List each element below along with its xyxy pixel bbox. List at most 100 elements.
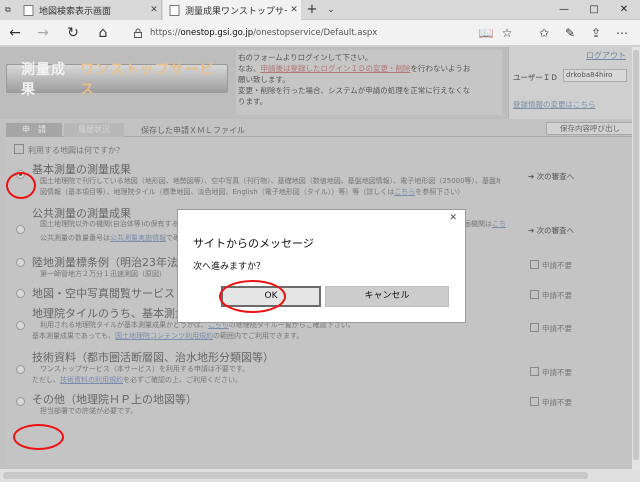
dialog-title: サイトからのメッセージ <box>193 237 314 250</box>
back-icon[interactable]: ← <box>4 23 26 43</box>
option-desc: 第一師管地方２万分１迅速測図（原図） <box>40 270 166 278</box>
radio-map-viewing[interactable] <box>16 289 25 298</box>
notice-text: を行わないようお <box>410 64 471 73</box>
next-label: 次の審査へ <box>536 226 575 235</box>
tab-close-icon[interactable]: ✕ <box>287 5 301 15</box>
home-icon[interactable]: ⌂ <box>92 23 114 43</box>
change-registration-link[interactable]: 登録情報の変更はこちら <box>513 99 596 110</box>
notice-line: ります。 <box>238 97 268 106</box>
next-review-link[interactable]: ➔ 次の審査へ <box>528 225 574 236</box>
option-title: 地理院タイルのうち、基本測量成 <box>32 307 197 320</box>
chevron-down-icon[interactable]: ⌄ <box>324 2 338 18</box>
refresh-icon[interactable]: ↻ <box>62 23 84 43</box>
scrollbar-thumb[interactable] <box>633 50 639 460</box>
url-field[interactable]: https://onestop.gsi.go.jp/onestopservice… <box>127 23 520 43</box>
page-icon <box>169 4 180 16</box>
notice-line: 願い致します。 <box>238 75 290 84</box>
favorites-hub-icon[interactable]: ✩ <box>534 23 554 43</box>
tab-onestop[interactable]: 測量成果ワンストップサービ ✕ <box>163 0 301 20</box>
desc-line: 国土地理院で刊行している地図（地形図、地勢図等）、空中写真（刊行物）、基礎地図（… <box>40 177 500 185</box>
login-notice: 右のフォームよりログインして下さい。 なお、申請後は登録したログインＩＤの変更・… <box>236 50 502 115</box>
desc-text: を必ずご確認の上、ご利用ください。 <box>123 376 242 384</box>
desc-text: 図情報（基本項目等）、地理院タイル（標準地図、淡色地図、English（電子地形… <box>40 188 395 196</box>
load-saved-button[interactable]: 保存内容呼び出し <box>546 122 632 135</box>
no-application-label: 申請不要 <box>530 323 572 334</box>
horizontal-scrollbar[interactable] <box>0 469 640 482</box>
new-tab-icon[interactable]: + <box>305 2 319 18</box>
public-survey-info-link[interactable]: 公共測量実施情報 <box>110 234 166 242</box>
user-id-field[interactable]: drkoba84hiro <box>563 69 627 82</box>
logo-text-2: ワンストップサービス <box>79 61 215 98</box>
desc-line: ワンストップサービス（本サービス）を利用する申請は不要です。 <box>40 365 250 373</box>
annotation-circle <box>6 172 36 199</box>
notice-line: 変更・削除を行った場合、システムが申請の処理を正常に行えなくな <box>238 86 471 95</box>
favorite-star-icon[interactable]: ☆ <box>497 23 517 43</box>
page-icon <box>23 4 34 16</box>
option-desc: ワンストップサービス（本サービス）を利用する申請は不要です。 ただし、技術資料の… <box>32 364 250 386</box>
tab-label: 地図検索表示画面 <box>39 6 112 17</box>
notice-line: なお、申請後は登録したログインＩＤの変更・削除を行わないようお <box>238 63 500 74</box>
details-link[interactable]: こちら <box>394 188 415 196</box>
tab-close-icon[interactable]: ✕ <box>147 5 161 15</box>
notice-line: 右のフォームよりログインして下さい。 <box>238 53 373 62</box>
desc-text: ただし、 <box>32 376 60 384</box>
radio-gsi-tiles[interactable] <box>16 321 25 330</box>
dialog-close-icon[interactable]: ✕ <box>449 213 457 223</box>
option-title: その他（地理院ＨＰ上の地図等） <box>32 393 197 406</box>
user-id-label: ユーザーＩＤ <box>513 73 558 82</box>
tab-saved-xml[interactable]: 保存した申請ＸＭＬファイル <box>141 125 245 136</box>
scrollbar-thumb[interactable] <box>3 472 588 479</box>
vertical-scrollbar[interactable] <box>632 47 640 469</box>
no-application-label: 申請不要 <box>530 260 572 271</box>
tech-terms-link[interactable]: 技術資料の利用規約 <box>60 376 123 384</box>
more-icon[interactable]: ⋯ <box>612 23 632 43</box>
dialog-message: 次へ進みますか？ <box>193 262 266 272</box>
desc-text: 基本測量成果であっても、 <box>32 332 116 340</box>
desc-text: の範囲内でご利用できます。 <box>213 332 304 340</box>
forward-icon[interactable]: → <box>32 23 54 43</box>
tab-map-search[interactable]: ⧉ 地図検索表示画面 ✕ <box>0 0 162 20</box>
tab-label: 測量成果ワンストップサービ <box>185 6 287 17</box>
confirm-dialog: ✕ サイトからのメッセージ 次へ進みますか？ OK キャンセル <box>177 209 466 323</box>
login-panel: ログアウト ユーザーＩＤ drkoba84hiro 登録情報の変更はこちら <box>508 47 632 119</box>
radio-technical-docs[interactable] <box>16 365 25 374</box>
question-label: 利用する地図は何ですか？ <box>14 144 124 156</box>
option-title: 地図・空中写真閲覧サービス <box>32 287 175 300</box>
url-domain: onestop.gsi.go.jp <box>180 28 254 38</box>
no-application-label: 申請不要 <box>530 397 572 408</box>
no-application-label: 申請不要 <box>530 367 572 378</box>
radio-public-survey[interactable] <box>16 225 25 234</box>
desc-line: ただし、技術資料の利用規約を必ずご確認の上、ご利用ください。 <box>32 375 249 386</box>
web-note-icon[interactable]: ✎ <box>560 23 580 43</box>
lock-icon <box>133 28 143 38</box>
option-desc: 利用される地理院タイルが基本測量成果かどうかは、こちらの地理院タイル一覧からご確… <box>32 320 520 342</box>
page-tabs: 申 請 履歴状況 保存した申請ＸＭＬファイル 保存内容呼び出し <box>6 119 632 137</box>
desc-line: 基本測量成果であっても、国土地理院コンテンツ利用規約の範囲内でご利用できます。 <box>32 331 520 342</box>
tab-actions-icon[interactable]: ⧉ <box>5 5 17 15</box>
browser-tab-bar: ⧉ 地図検索表示画面 ✕ 測量成果ワンストップサービ ✕ + ⌄ — □ ✕ <box>0 0 640 20</box>
site-header: 測量成果 ワンストップサービス 右のフォームよりログインして下さい。 なお、申請後… <box>0 47 632 119</box>
url-path: /onestopservice/Default.aspx <box>253 28 378 38</box>
maximize-button[interactable]: □ <box>580 0 608 20</box>
logout-link[interactable]: ログアウト <box>586 50 626 61</box>
content-terms-link[interactable]: 国土地理院コンテンツ利用規約 <box>115 332 213 340</box>
site-logo[interactable]: 測量成果 ワンストップサービス <box>6 62 228 98</box>
tab-apply[interactable]: 申 請 <box>6 123 62 137</box>
next-label: 次の審査へ <box>536 172 575 181</box>
option-desc: 担当部署での許諾が必要です。 <box>40 407 138 415</box>
tab-history[interactable]: 履歴状況 <box>64 123 124 137</box>
share-icon[interactable]: ⇪ <box>586 23 606 43</box>
next-review-link[interactable]: ➔ 次の審査へ <box>528 171 574 182</box>
details-link[interactable]: こち <box>492 220 506 228</box>
radio-land-survey-mark[interactable] <box>16 258 25 267</box>
url-prefix: https:// <box>150 28 181 38</box>
minimize-button[interactable]: — <box>550 0 578 20</box>
radio-other[interactable] <box>16 397 25 406</box>
notice-warning: 申請後は登録したログインＩＤの変更・削除 <box>260 64 411 73</box>
option-title: 基本測量の測量成果 <box>32 163 131 176</box>
desc-line: 図情報（基本項目等）、地理院タイル（標準地図、淡色地図、English（電子地形… <box>40 187 500 198</box>
reading-view-icon[interactable]: 📖 <box>476 23 496 43</box>
cancel-button[interactable]: キャンセル <box>325 286 449 307</box>
close-window-button[interactable]: ✕ <box>610 0 638 20</box>
option-title: 技術資料（都市圏活断層図、治水地形分類図等） <box>32 351 274 364</box>
